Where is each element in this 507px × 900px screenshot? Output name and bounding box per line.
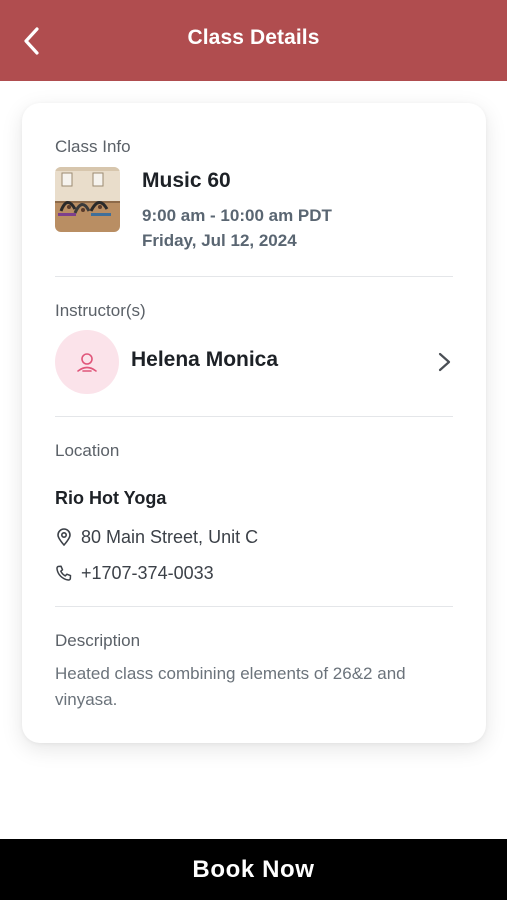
instructor-avatar — [55, 330, 119, 394]
phone-row[interactable]: +1707-374-0033 — [55, 561, 214, 585]
class-time: 9:00 am - 10:00 am PDT — [142, 206, 332, 225]
map-pin-icon — [55, 528, 73, 546]
phone-text: +1707-374-0033 — [81, 562, 214, 583]
address-text: 80 Main Street, Unit C — [81, 526, 259, 547]
phone-icon — [55, 564, 73, 582]
location-label: Location — [55, 441, 120, 460]
user-icon — [77, 353, 97, 372]
app-header: Class Details — [0, 0, 507, 81]
description-label: Description — [55, 631, 141, 650]
class-thumbnail — [55, 167, 120, 232]
class-name: Music 60 — [142, 169, 231, 192]
divider — [55, 606, 453, 607]
description-text: Heated class combining elements of 26&2 … — [55, 664, 406, 709]
instructor-name: Helena Monica — [131, 348, 279, 371]
page-title: Class Details — [187, 26, 320, 49]
location-name: Rio Hot Yoga — [55, 488, 167, 508]
book-now-label: Book Now — [192, 855, 315, 883]
chevron-right-icon — [438, 352, 451, 372]
class-date: Friday, Jul 12, 2024 — [142, 231, 297, 250]
address-row[interactable]: 80 Main Street, Unit C — [55, 525, 258, 549]
instructor-row[interactable]: Helena Monica — [55, 330, 453, 394]
class-details-card: Class Info Music 60 9:00 am - 10:00 am P… — [22, 103, 486, 743]
book-now-button[interactable]: Book Now — [0, 839, 507, 900]
divider — [55, 276, 453, 277]
divider — [55, 416, 453, 417]
instructor-label: Instructor(s) — [55, 301, 146, 320]
class-info-label: Class Info — [55, 137, 131, 156]
